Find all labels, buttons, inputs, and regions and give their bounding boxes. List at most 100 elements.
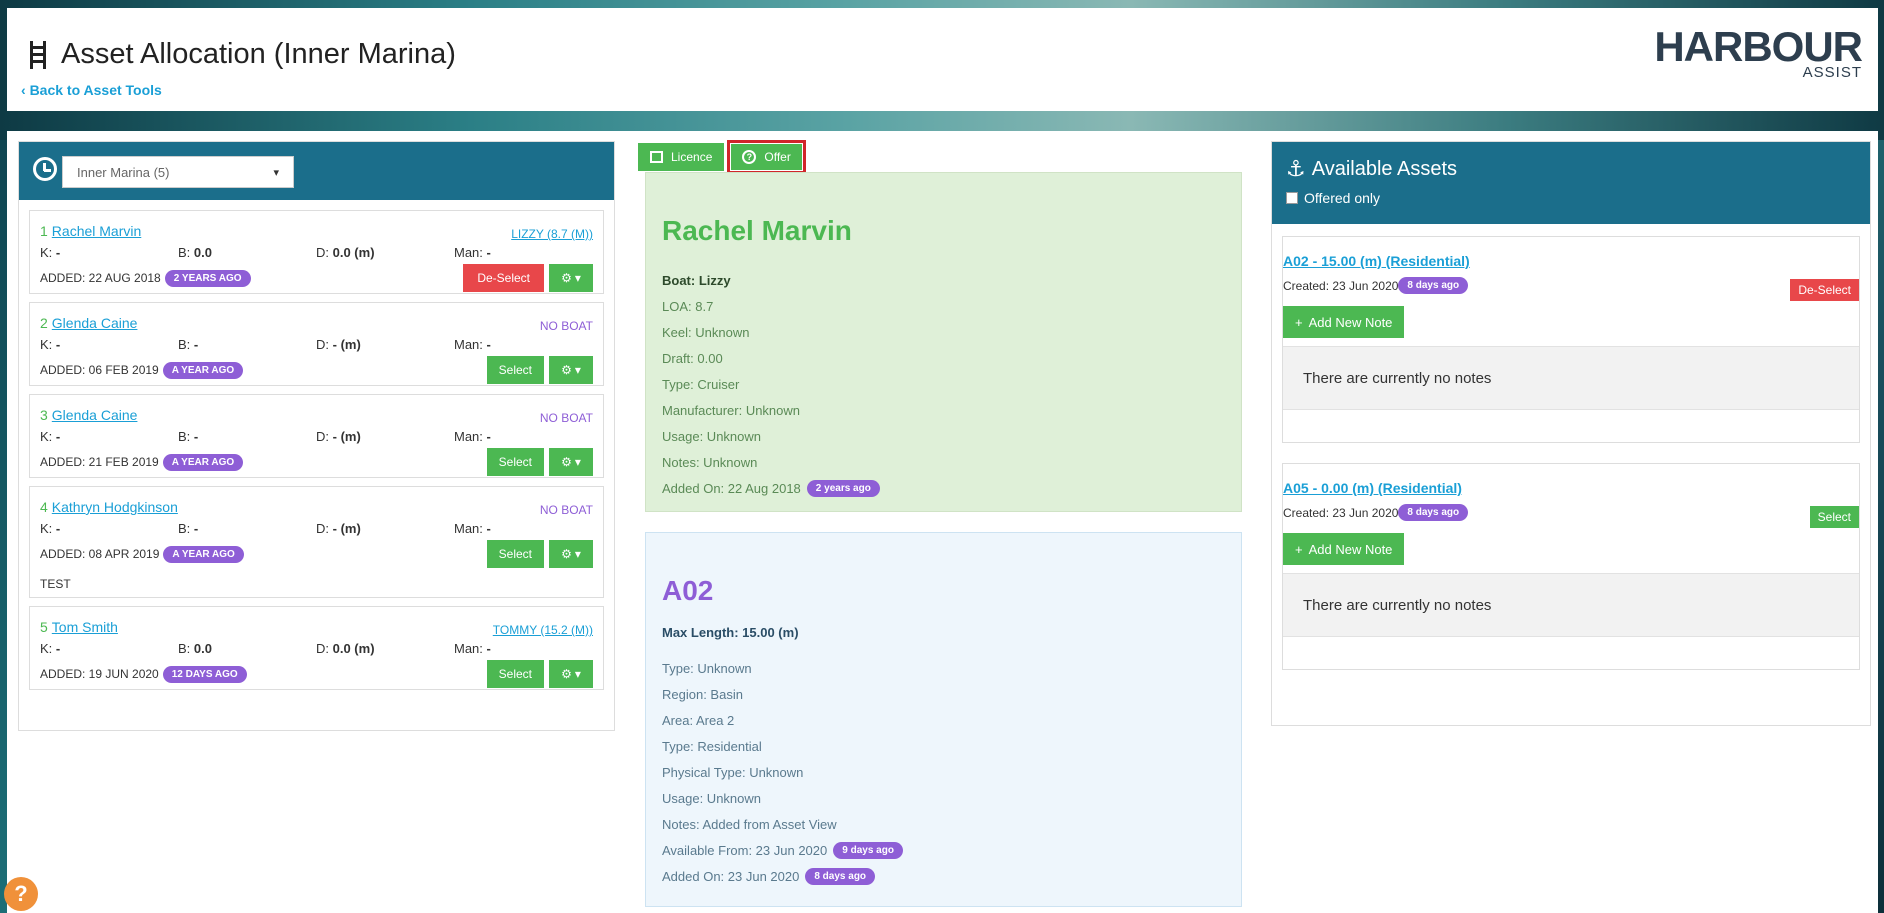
stat-beam-label: B: [178, 337, 191, 352]
created-date: Created: 23 Jun 2020 [1283, 505, 1399, 520]
detail-tabs: Licence ? Offer [638, 140, 806, 174]
tab-licence[interactable]: Licence [638, 143, 725, 171]
asset-select-button[interactable]: Select [1809, 506, 1859, 528]
stat-keel-label: K: [40, 429, 53, 444]
customer-added: ADDED: 06 FEB 2019 A YEAR AGO [40, 361, 244, 379]
plus-icon: + [1295, 314, 1303, 330]
page-title: Asset Allocation (Inner Marina) [29, 38, 456, 71]
customer-stats: K: - B: 0.0 D: 0.0 (m) Man: - [40, 641, 593, 659]
caret-down-icon: ▾ [574, 363, 581, 377]
age-badge: A YEAR AGO [163, 545, 244, 563]
age-badge: A YEAR AGO [162, 453, 244, 471]
stat-beam-value: - [193, 429, 199, 444]
customer-actions: Select ⚙ ▾ [486, 356, 593, 384]
add-new-note-button[interactable]: + Add New Note [1283, 533, 1405, 565]
stat-man-value: - [486, 429, 491, 444]
add-note-label: Add New Note [1308, 314, 1393, 330]
added-on-text: Added On: 22 Aug 2018 [662, 480, 801, 496]
gear-icon: ⚙ [561, 271, 572, 285]
help-button[interactable]: ? [4, 877, 38, 911]
customer-number: 3 [40, 407, 48, 423]
customer-item: 5 Tom Smith TOMMY (15.2 (M)) K: - B: 0.0 … [29, 606, 604, 690]
harbour-assist-logo: HARBOUR ASSIST [1654, 26, 1863, 82]
settings-dropdown-button[interactable]: ⚙ ▾ [549, 540, 593, 568]
stat-beam-label: B: [178, 521, 191, 536]
asset-max-length: Max Length: 15.00 (m) [662, 624, 799, 640]
tab-offer[interactable]: ? Offer [727, 140, 806, 174]
boat-name: Boat: Lizzy [662, 272, 731, 288]
select-button[interactable]: Select [486, 540, 544, 568]
customer-name-link[interactable]: Tom Smith [52, 619, 118, 635]
deselect-button[interactable]: De-Select [463, 264, 544, 292]
offered-only-toggle[interactable]: Offered only [1286, 190, 1380, 206]
stat-keel-label: K: [40, 521, 53, 536]
stat-draft: D: 0.0 (m) [316, 641, 454, 659]
back-to-asset-tools-link[interactable]: ‹ Back to Asset Tools [21, 82, 162, 98]
customer-name-link[interactable]: Glenda Caine [52, 407, 138, 423]
added-date: ADDED: 19 JUN 2020 [40, 667, 159, 681]
gear-icon: ⚙ [561, 363, 572, 377]
stat-man-value: - [486, 337, 491, 352]
stat-man-label: Man: [454, 641, 483, 656]
stat-draft-value: 0.0 (m) [332, 245, 375, 260]
customer-name-link[interactable]: Glenda Caine [52, 315, 138, 331]
boat-keel: Keel: Unknown [662, 324, 750, 340]
stat-keel-label: K: [40, 337, 53, 352]
age-badge: 12 DAYS AGO [162, 665, 247, 683]
help-icon: ? [14, 881, 28, 906]
asset-type-residential: Type: Residential [662, 738, 762, 754]
customer-added: ADDED: 22 AUG 2018 2 YEARS AGO [40, 269, 251, 287]
asset-item-spacer [1283, 410, 1859, 442]
stat-beam: B: - [178, 337, 316, 355]
added-date: ADDED: 06 FEB 2019 [40, 363, 159, 377]
customer-name-link[interactable]: Rachel Marvin [52, 223, 141, 239]
stat-draft-label: D: [316, 337, 329, 352]
asset-title-link[interactable]: A02 - 15.00 (m) (Residential) [1283, 237, 1859, 269]
customer-name-link[interactable]: Kathryn Hodgkinson [52, 499, 178, 515]
gear-icon: ⚙ [561, 455, 572, 469]
add-new-note-button[interactable]: + Add New Note [1283, 306, 1405, 338]
available-from-text: Available From: 23 Jun 2020 [662, 842, 828, 858]
customer-boat[interactable]: LIZZY (8.7 (M)) [511, 227, 593, 241]
asset-notes: Notes: Added from Asset View [662, 816, 837, 832]
customer-boat[interactable]: TOMMY (15.2 (M)) [493, 623, 593, 637]
select-button[interactable]: Select [486, 660, 544, 688]
select-button[interactable]: Select [486, 448, 544, 476]
stat-beam-value: - [193, 337, 199, 352]
ladder-icon [29, 40, 47, 69]
boat-draft: Draft: 0.00 [662, 350, 723, 366]
customer-actions: De-Select ⚙ ▾ [463, 264, 593, 292]
boat-type: Type: Cruiser [662, 376, 740, 392]
customer-actions: Select ⚙ ▾ [486, 660, 593, 688]
asset-deselect-button[interactable]: De-Select [1790, 279, 1859, 301]
stat-man-value: - [486, 245, 491, 260]
asset-item: A05 - 0.00 (m) (Residential) Created: 23… [1282, 463, 1860, 670]
add-note-label: Add New Note [1308, 541, 1393, 557]
available-assets-panel: ⚓ Available Assets Offered only A02 - 15… [1271, 141, 1871, 726]
stat-keel-value: - [55, 641, 61, 656]
customer-list-header: Inner Marina (5) ▾ [19, 142, 614, 200]
customer-detail-card: Rachel Marvin Boat: Lizzy LOA: 8.7 Keel:… [645, 172, 1242, 512]
marina-select[interactable]: Inner Marina (5) ▾ [62, 156, 294, 188]
customer-added: ADDED: 08 APR 2019 A YEAR AGO [40, 545, 244, 563]
offered-only-label: Offered only [1304, 190, 1381, 206]
settings-dropdown-button[interactable]: ⚙ ▾ [549, 660, 593, 688]
stat-beam-value: - [193, 521, 199, 536]
customer-item-header: 5 Tom Smith TOMMY (15.2 (M)) [40, 607, 593, 637]
settings-dropdown-button[interactable]: ⚙ ▾ [549, 356, 593, 384]
asset-title-link[interactable]: A05 - 0.00 (m) (Residential) [1283, 464, 1859, 496]
created-ago-badge: 8 days ago [1398, 277, 1469, 294]
select-button[interactable]: Select [486, 356, 544, 384]
stat-beam-label: B: [178, 641, 191, 656]
stat-man-value: - [486, 641, 491, 656]
stat-keel-value: - [55, 245, 61, 260]
chevron-down-icon: ▾ [273, 166, 279, 179]
offered-only-checkbox[interactable] [1286, 192, 1298, 204]
asset-created: Created: 23 Jun 2020 8 days ago [1283, 277, 1859, 294]
main-content: Inner Marina (5) ▾ 1 Rachel Marvin LIZZY … [7, 131, 1878, 913]
stat-manufacturer: Man: - [454, 521, 491, 539]
customer-item: 1 Rachel Marvin LIZZY (8.7 (M)) K: - B: 0… [29, 210, 604, 294]
settings-dropdown-button[interactable]: ⚙ ▾ [549, 448, 593, 476]
stat-keel: K: - [40, 429, 178, 447]
settings-dropdown-button[interactable]: ⚙ ▾ [549, 264, 593, 292]
